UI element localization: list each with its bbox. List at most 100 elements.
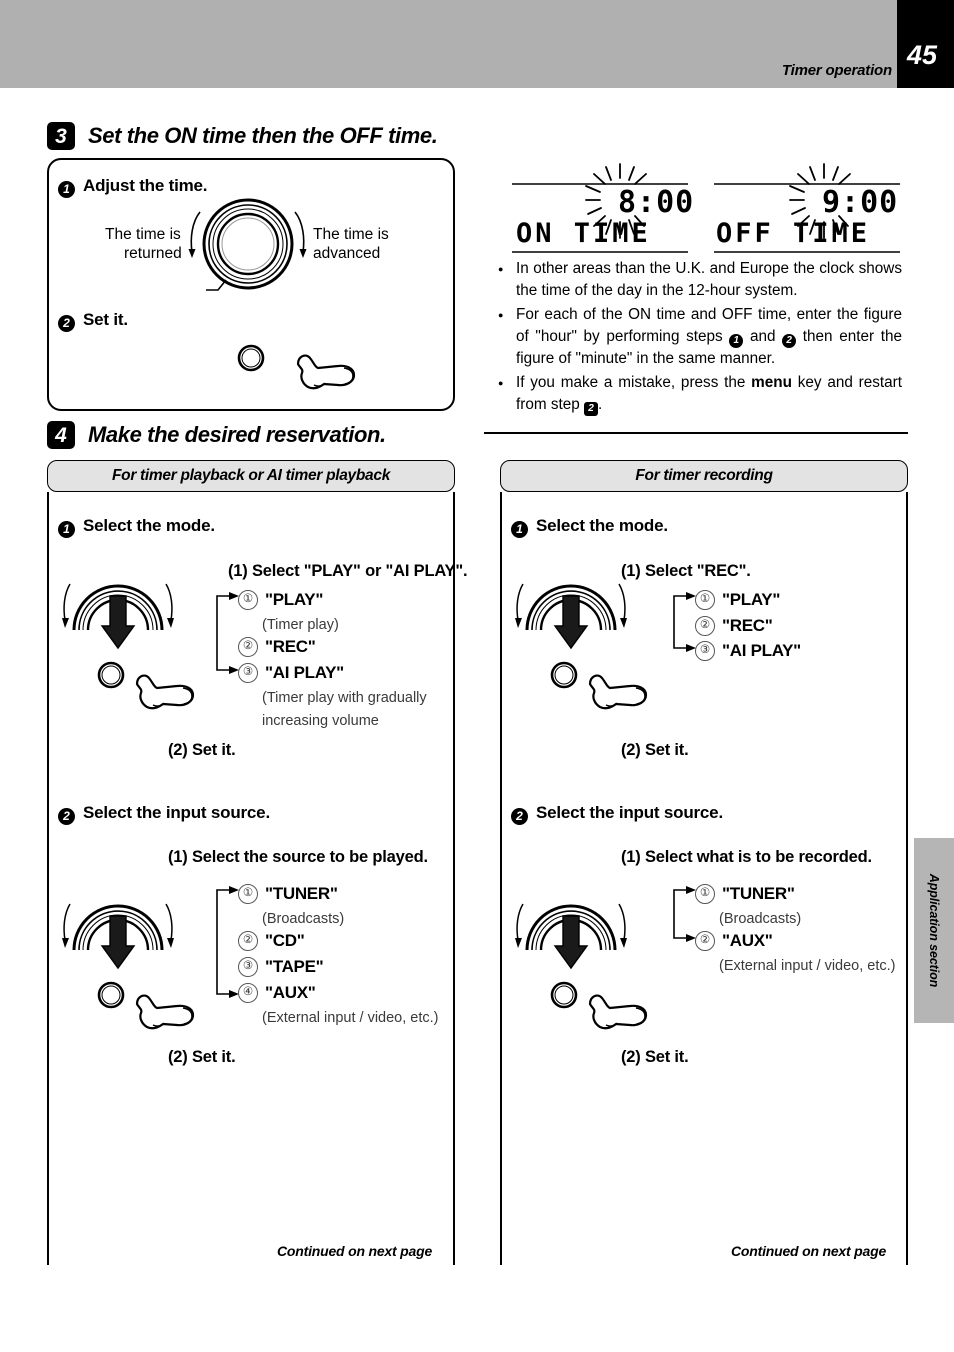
dial-left-caption-line2: returned bbox=[124, 245, 182, 262]
right-step-2-label: Select the input source. bbox=[536, 803, 723, 822]
rotary-dial-illustration bbox=[196, 194, 300, 304]
left-step2-set-button-icon bbox=[96, 980, 126, 1010]
right-step1-option-3: ③ "AI PLAY" bbox=[695, 641, 801, 661]
left-section-header: For timer playback or AI timer playback bbox=[47, 460, 455, 492]
right-step-2-badge: 2 bbox=[511, 807, 528, 825]
right-step2-option-2-note: (External input / video, etc.) bbox=[719, 958, 896, 974]
right-step1-set-button-icon bbox=[549, 660, 579, 690]
left-step2-option-1-note: (Broadcasts) bbox=[262, 911, 345, 927]
step-4-heading: 4 Make the desired reservation. bbox=[47, 421, 386, 449]
step-4-title: Make the desired reservation. bbox=[88, 422, 386, 447]
option-number: ② bbox=[695, 616, 715, 636]
step-3-badge: 3 bbox=[47, 122, 75, 150]
option-label: "AI PLAY" bbox=[265, 663, 344, 682]
left-step-1-badge: 1 bbox=[58, 520, 75, 538]
left-continued-note: Continued on next page bbox=[277, 1243, 433, 1259]
option-number: ③ bbox=[695, 641, 715, 661]
inline-step-square-badge: 2 bbox=[584, 402, 599, 416]
pointing-hand-icon bbox=[294, 348, 360, 396]
option-number: ① bbox=[695, 884, 715, 904]
note-bullet-1: ● In other areas than the U.K. and Europe… bbox=[498, 258, 902, 302]
inline-step-badge: 1 bbox=[729, 334, 744, 348]
substep-2-label: Set it. bbox=[83, 310, 128, 329]
side-section-tab-label: Application section bbox=[927, 873, 941, 988]
note-text: In other areas than the U.K. and Europe … bbox=[516, 260, 902, 299]
substep-1-badge: 1 bbox=[58, 180, 75, 198]
option-number: ① bbox=[238, 884, 258, 904]
page-number: 45 bbox=[907, 40, 938, 70]
dial-left-caption-line1: The time is bbox=[105, 226, 181, 243]
svg-text:8:00: 8:00 bbox=[618, 185, 694, 220]
option-label: "CD" bbox=[265, 931, 305, 950]
step-3-heading: 3 Set the ON time then the OFF time. bbox=[47, 122, 438, 150]
lcd-off-time-display: 9:00 OFF TIME bbox=[712, 162, 902, 258]
notes-list: ● In other areas than the U.K. and Europe… bbox=[498, 258, 902, 418]
option-number: ③ bbox=[238, 957, 258, 977]
side-section-tab: Application section bbox=[914, 838, 954, 1023]
right-continued-note: Continued on next page bbox=[731, 1243, 887, 1259]
option-label: "AI PLAY" bbox=[722, 641, 801, 660]
right-step-1: 1 Select the mode. bbox=[511, 516, 668, 538]
left-step1-pointing-hand-icon bbox=[133, 668, 199, 716]
option-number: ④ bbox=[238, 983, 258, 1003]
note-text: For each of the ON time and OFF time, en… bbox=[516, 306, 902, 367]
option-number: ① bbox=[695, 590, 715, 610]
option-number: ③ bbox=[238, 663, 258, 683]
note-text: If you make a mistake, press the menu ke… bbox=[516, 374, 902, 416]
note-bullet-3: ● If you make a mistake, press the menu k… bbox=[498, 372, 902, 416]
svg-text:9:00: 9:00 bbox=[822, 185, 898, 220]
left-step-2-label: Select the input source. bbox=[83, 803, 270, 822]
left-step2-set-it: (2) Set it. bbox=[168, 1048, 236, 1066]
right-step2-option-2: ② "AUX" bbox=[695, 931, 773, 951]
right-step-2: 2 Select the input source. bbox=[511, 803, 723, 825]
left-step-2: 2 Select the input source. bbox=[58, 803, 270, 825]
header-section-title: Timer operation bbox=[781, 62, 892, 79]
step-4-badge: 4 bbox=[47, 421, 75, 449]
bullet-dot-icon: ● bbox=[498, 264, 504, 274]
left-step1-set-button-icon bbox=[96, 660, 126, 690]
bullet-dot-icon: ● bbox=[498, 310, 504, 320]
inline-step-badge: 2 bbox=[782, 334, 797, 348]
left-step2-option-1: ① "TUNER" bbox=[238, 884, 338, 904]
svg-text:OFF TIME: OFF TIME bbox=[716, 218, 870, 249]
right-step1-set-it: (2) Set it. bbox=[621, 741, 689, 759]
left-step1-set-it: (2) Set it. bbox=[168, 741, 236, 759]
right-step-1-badge: 1 bbox=[511, 520, 528, 538]
left-step1-dial-illustration bbox=[62, 568, 174, 660]
right-step1-option-2: ② "REC" bbox=[695, 616, 773, 636]
dial-arrow-right-icon bbox=[291, 208, 309, 264]
left-step2-option-4: ④ "AUX" bbox=[238, 983, 316, 1003]
left-step2-option-3: ③ "TAPE" bbox=[238, 957, 324, 977]
right-step-1-instruction: (1) Select "REC". bbox=[621, 562, 751, 580]
option-label: "PLAY" bbox=[265, 590, 324, 609]
left-step-2-instruction: (1) Select the source to be played. bbox=[168, 848, 428, 866]
right-step2-option-1-note: (Broadcasts) bbox=[719, 911, 802, 927]
option-label: "TAPE" bbox=[265, 957, 324, 976]
left-step1-option-1-note: (Timer play) bbox=[262, 617, 339, 633]
note-keyword: menu bbox=[751, 374, 792, 391]
left-step1-option-1: ① "PLAY" bbox=[238, 590, 323, 610]
right-section-header: For timer recording bbox=[500, 460, 908, 492]
option-label: "AUX" bbox=[265, 983, 316, 1002]
right-step2-dial-illustration bbox=[515, 888, 627, 980]
step-3-substep-2: 2 Set it. bbox=[58, 310, 128, 332]
dial-right-caption-line2: advanced bbox=[313, 245, 381, 262]
left-step-1-label: Select the mode. bbox=[83, 516, 215, 535]
step-3-title: Set the ON time then the OFF time. bbox=[88, 123, 438, 148]
option-label: "AUX" bbox=[722, 931, 773, 950]
right-step2-pointing-hand-icon bbox=[586, 988, 652, 1036]
substep-2-badge: 2 bbox=[58, 314, 75, 332]
left-step1-option-3: ③ "AI PLAY" bbox=[238, 663, 344, 683]
right-step2-option-1: ① "TUNER" bbox=[695, 884, 795, 904]
dial-arrow-left-icon bbox=[186, 208, 204, 264]
option-label: "TUNER" bbox=[722, 884, 795, 903]
set-button-icon bbox=[236, 343, 266, 373]
option-number: ② bbox=[695, 931, 715, 951]
substep-1-label: Adjust the time. bbox=[83, 176, 208, 195]
left-step2-option-4-note: (External input / video, etc.) bbox=[262, 1010, 439, 1026]
bullet-dot-icon: ● bbox=[498, 378, 504, 388]
left-step1-option-2: ② "REC" bbox=[238, 637, 316, 657]
right-step1-option-1: ① "PLAY" bbox=[695, 590, 780, 610]
right-step-1-label: Select the mode. bbox=[536, 516, 668, 535]
step-3-substep-1: 1 Adjust the time. bbox=[58, 176, 208, 198]
